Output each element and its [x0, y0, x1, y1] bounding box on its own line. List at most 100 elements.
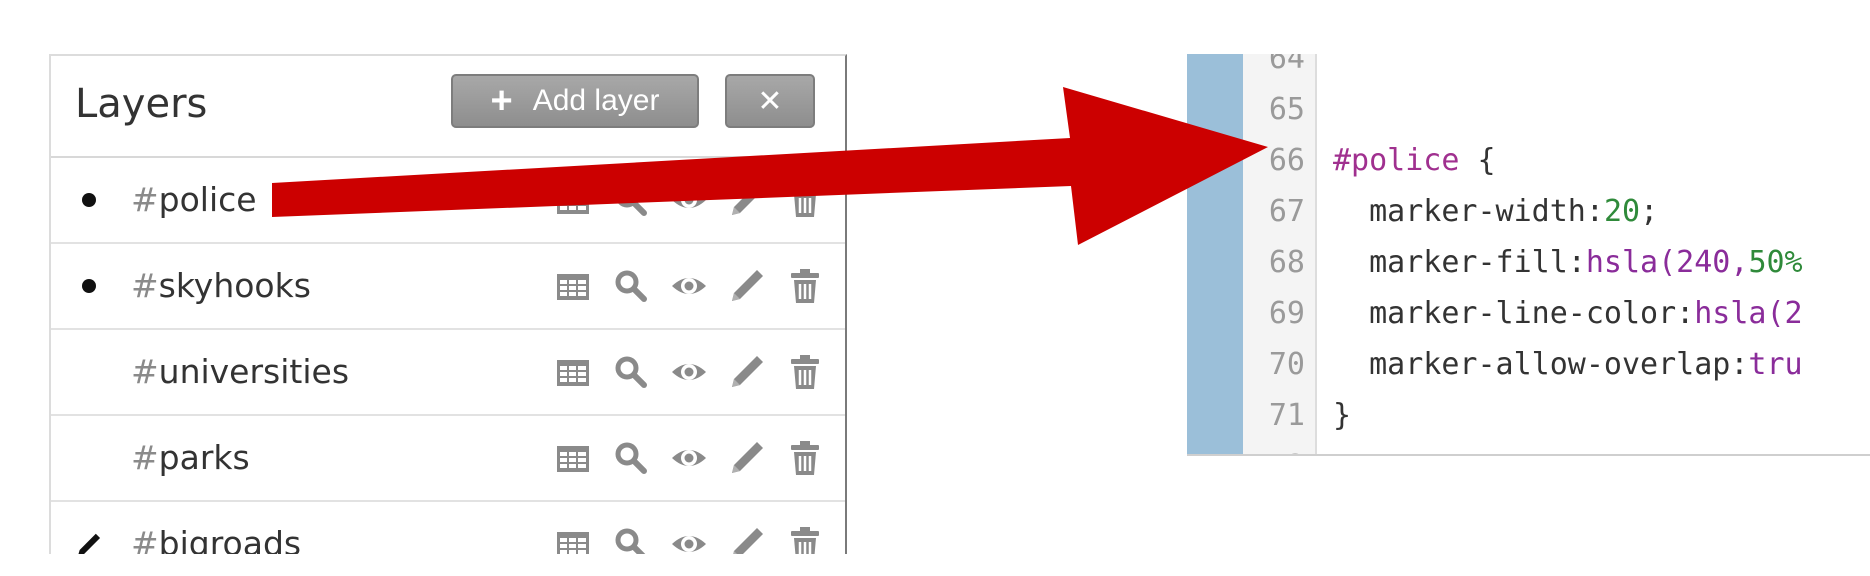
- code-line: 67 marker-width:20;: [1243, 186, 1870, 237]
- editing-pencil-icon: [69, 524, 109, 554]
- pencil-icon[interactable]: [727, 180, 767, 220]
- table-icon[interactable]: [553, 352, 593, 392]
- code-line: 70 marker-allow-overlap:tru: [1243, 339, 1870, 390]
- code-token-selector: #police: [1333, 143, 1460, 178]
- search-icon[interactable]: [611, 352, 651, 392]
- code-token-function: hsla(240,: [1585, 245, 1749, 280]
- pencil-icon[interactable]: [727, 438, 767, 478]
- layer-actions: [553, 520, 823, 554]
- table-icon[interactable]: [553, 180, 593, 220]
- layers-title: Layers: [75, 81, 208, 127]
- search-icon[interactable]: [611, 524, 651, 554]
- code-token-plain: marker-line-color:: [1333, 296, 1695, 331]
- search-icon[interactable]: [611, 180, 651, 220]
- trash-icon[interactable]: [785, 438, 825, 478]
- trash-icon[interactable]: [785, 180, 825, 220]
- layer-name[interactable]: #police: [131, 178, 257, 222]
- code-text: marker-line-color:hsla(2: [1333, 288, 1803, 339]
- layer-name[interactable]: #bigroads: [131, 522, 301, 554]
- layer-row[interactable]: #universities: [51, 330, 845, 416]
- code-line: 72: [1243, 441, 1870, 454]
- code-line: 66 #police {: [1243, 135, 1870, 186]
- layer-name[interactable]: #parks: [131, 436, 250, 480]
- editor-side-strip: [1187, 54, 1243, 454]
- layer-row[interactable]: #police: [51, 158, 845, 244]
- line-number: 69: [1268, 296, 1305, 331]
- close-icon: ✕: [757, 84, 783, 118]
- line-number: 71: [1268, 398, 1305, 433]
- active-dot-icon: [69, 266, 109, 306]
- code-token-plain: marker-width:: [1333, 194, 1604, 229]
- eye-icon[interactable]: [669, 438, 709, 478]
- pencil-icon[interactable]: [727, 352, 767, 392]
- line-number: 70: [1268, 347, 1305, 382]
- code-token-plain: marker-allow-overlap:: [1333, 347, 1749, 382]
- code-token-number: 50%: [1748, 245, 1803, 280]
- search-icon[interactable]: [611, 438, 651, 478]
- row-marker-empty: [69, 352, 109, 392]
- add-layer-label: Add layer: [532, 84, 660, 117]
- code-token-plain: marker-fill:: [1333, 245, 1586, 280]
- layer-name-text: bigroads: [158, 524, 302, 554]
- trash-icon[interactable]: [785, 524, 825, 554]
- line-number: 65: [1268, 92, 1305, 127]
- row-marker-empty: [69, 438, 109, 478]
- layer-hash: #: [131, 352, 159, 391]
- code-token-plain: ;: [1640, 194, 1659, 229]
- layer-name-text: skyhooks: [158, 266, 311, 305]
- code-editor[interactable]: 64 65 66 #police {67 marker-width:20; 68 mar…: [1187, 54, 1870, 456]
- eye-icon[interactable]: [669, 524, 709, 554]
- eye-icon[interactable]: [669, 266, 709, 306]
- layer-name-text: police: [158, 180, 257, 219]
- line-number: 68: [1268, 245, 1305, 280]
- code-text: #police {: [1333, 135, 1496, 186]
- code-line: 64: [1243, 54, 1870, 84]
- layer-row[interactable]: #skyhooks: [51, 244, 845, 330]
- trash-icon[interactable]: [785, 266, 825, 306]
- line-number: 64: [1268, 54, 1305, 76]
- code-line: 71}: [1243, 390, 1870, 441]
- layer-name[interactable]: #skyhooks: [131, 264, 311, 308]
- layer-hash: #: [131, 438, 159, 477]
- close-button[interactable]: ✕: [725, 74, 815, 128]
- layer-name-text: parks: [158, 438, 250, 477]
- layers-panel: Layers + Add layer ✕ #police #skyhooks #un…: [49, 54, 847, 554]
- table-icon[interactable]: [553, 438, 593, 478]
- code-line: 65: [1243, 84, 1870, 135]
- pencil-icon[interactable]: [727, 524, 767, 554]
- code-token-function: hsla(2: [1694, 296, 1803, 331]
- eye-icon[interactable]: [669, 180, 709, 220]
- trash-icon[interactable]: [785, 352, 825, 392]
- layer-hash: #: [131, 180, 159, 219]
- code-token-plain: {: [1459, 143, 1496, 178]
- search-icon[interactable]: [611, 266, 651, 306]
- layer-name-text: universities: [158, 352, 350, 391]
- layer-hash: #: [131, 524, 159, 554]
- layer-row[interactable]: #parks: [51, 416, 845, 502]
- layer-actions: [553, 434, 823, 482]
- plus-icon: +: [490, 80, 513, 122]
- line-number: 72: [1243, 441, 1305, 454]
- code-token-number: 20: [1603, 194, 1641, 229]
- pencil-icon[interactable]: [727, 266, 767, 306]
- line-number: 66: [1268, 143, 1305, 178]
- code-text: marker-allow-overlap:tru: [1333, 339, 1803, 390]
- eye-icon[interactable]: [669, 352, 709, 392]
- layer-row[interactable]: #bigroads: [51, 502, 845, 554]
- code-line: 69 marker-line-color:hsla(2: [1243, 288, 1870, 339]
- layer-actions: [553, 176, 823, 224]
- layers-header: Layers + Add layer ✕: [51, 56, 845, 158]
- layer-actions: [553, 348, 823, 396]
- line-number: 67: [1268, 194, 1305, 229]
- code-line: 68 marker-fill:hsla(240,50%: [1243, 237, 1870, 288]
- table-icon[interactable]: [553, 524, 593, 554]
- layer-name[interactable]: #universities: [131, 350, 349, 394]
- table-icon[interactable]: [553, 266, 593, 306]
- code-text: marker-width:20;: [1333, 186, 1658, 237]
- add-layer-button[interactable]: + Add layer: [451, 74, 699, 128]
- active-dot-icon: [69, 180, 109, 220]
- code-text: }: [1333, 390, 1351, 441]
- layer-actions: [553, 262, 823, 310]
- code-token-function: tru: [1748, 347, 1803, 382]
- layer-hash: #: [131, 266, 159, 305]
